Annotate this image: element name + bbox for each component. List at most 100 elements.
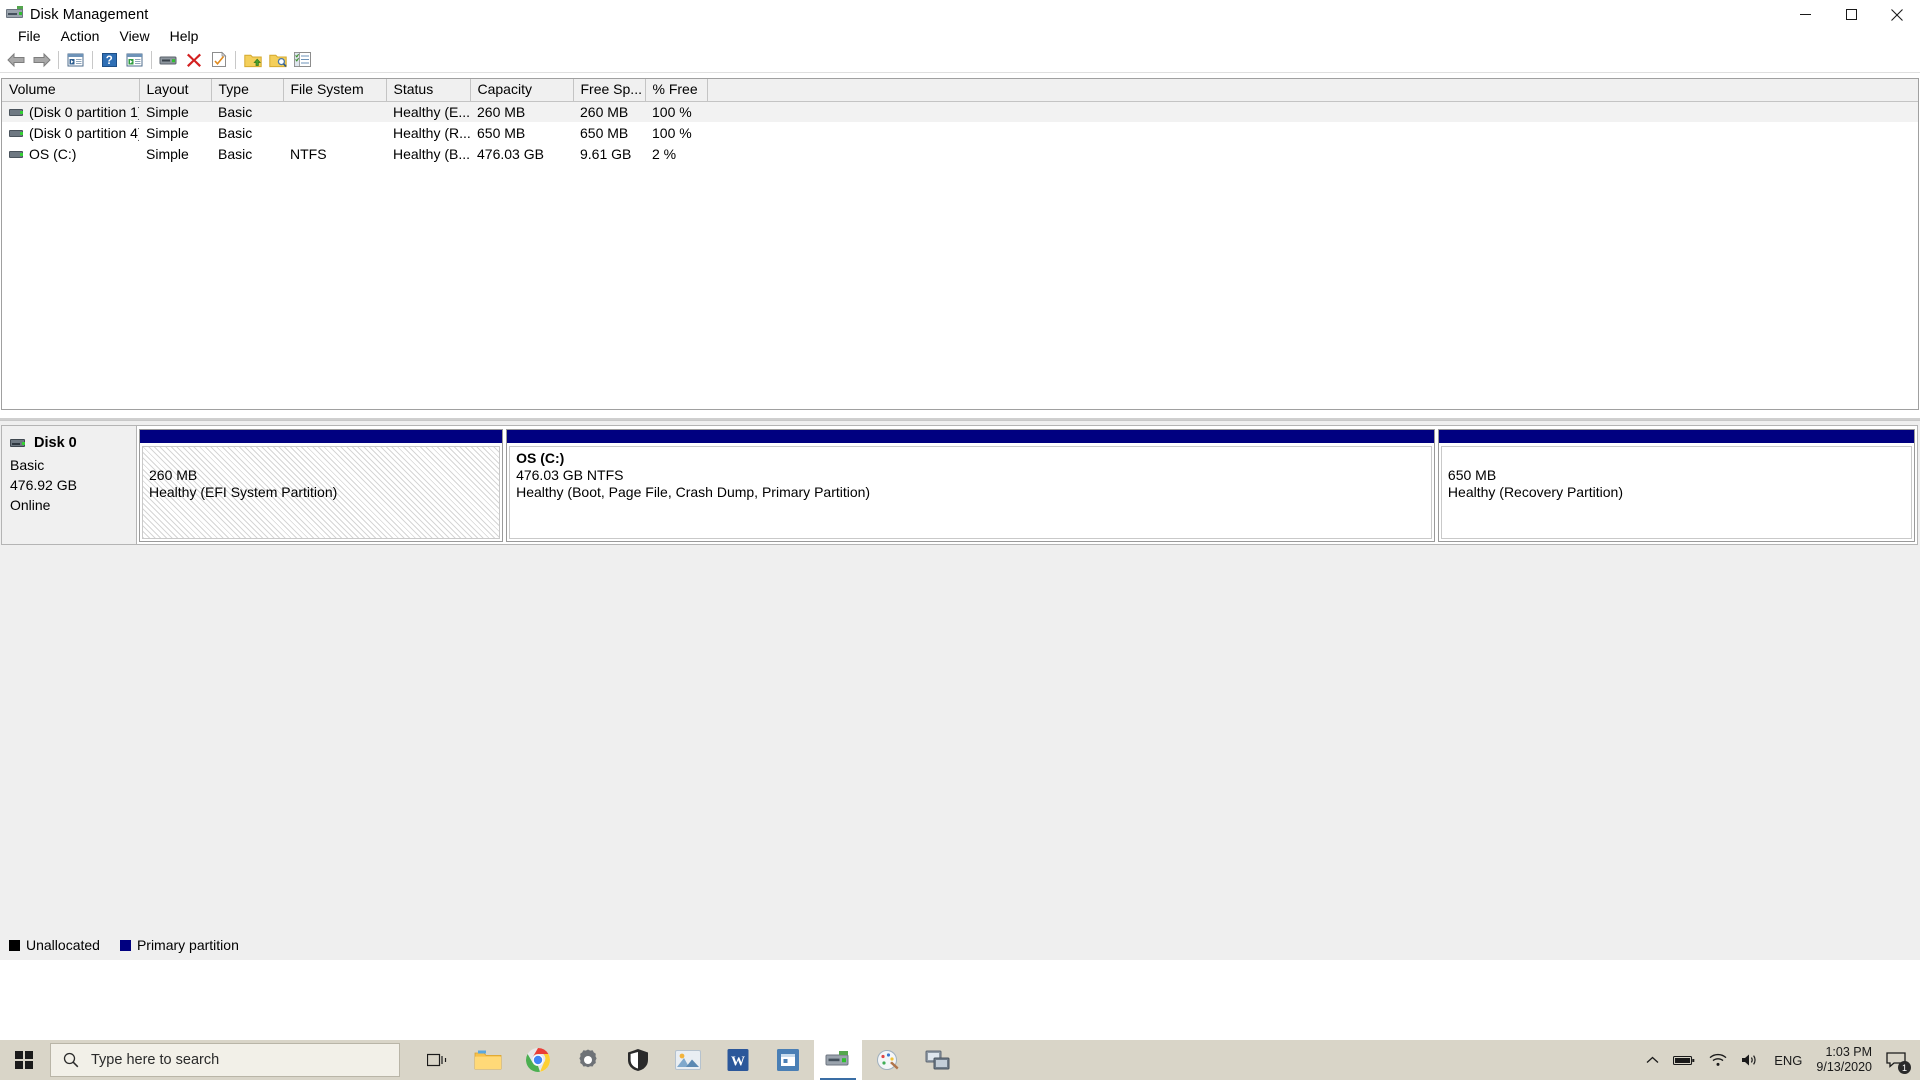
clock-date: 9/13/2020 <box>1816 1060 1872 1074</box>
volume-list-pane: Volume Layout Type File System Status Ca… <box>0 73 1920 420</box>
store-button[interactable] <box>764 1040 812 1080</box>
help-button[interactable]: ? <box>97 48 122 72</box>
partition-efi-system[interactable]: 260 MB Healthy (EFI System Partition) <box>139 429 504 542</box>
cell-status: Healthy (E... <box>386 101 470 122</box>
column-header-layout[interactable]: Layout <box>139 79 212 102</box>
remote-desktop-button[interactable] <box>914 1040 962 1080</box>
google-chrome-button[interactable] <box>514 1040 562 1080</box>
task-view-button[interactable] <box>414 1040 462 1080</box>
cell-type: Basic <box>218 145 253 162</box>
table-row[interactable]: (Disk 0 partition 1) Simple Basic Health… <box>2 101 1918 122</box>
forward-button[interactable] <box>29 48 54 72</box>
partition-body: OS (C:) 476.03 GB NTFS Healthy (Boot, Pa… <box>509 446 1432 539</box>
cell-status: Healthy (B... <box>393 145 470 162</box>
toolbar: ? <box>0 47 1920 73</box>
disk-info-panel[interactable]: Disk 0 Basic 476.92 GB Online <box>1 425 137 545</box>
disk-status-label: Online <box>10 497 51 513</box>
volume-table: Volume Layout Type File System Status Ca… <box>2 79 1918 164</box>
disk-type-label: Basic <box>10 457 45 473</box>
language-indicator[interactable]: ENG <box>1766 1053 1810 1068</box>
cell-capacity: 476.03 GB <box>477 145 544 162</box>
disk-management-window: Disk Management File Action View Help ? … <box>0 0 1920 1080</box>
partition-status: Healthy (Recovery Partition) <box>1447 484 1623 500</box>
volume-drive-icon <box>9 128 25 139</box>
wifi-icon[interactable] <box>1702 1040 1734 1080</box>
partition-os-c[interactable]: OS (C:) 476.03 GB NTFS Healthy (Boot, Pa… <box>506 429 1435 542</box>
notifications-button[interactable]: 1 <box>1882 1040 1916 1080</box>
close-button[interactable] <box>1874 0 1920 29</box>
clock-time: 1:03 PM <box>1825 1045 1872 1059</box>
svg-text:W: W <box>731 1055 745 1070</box>
disk-size-label: 476.92 GB <box>10 477 77 493</box>
column-header-free-space[interactable]: Free Sp... <box>573 79 646 102</box>
search-input[interactable]: Type here to search <box>50 1043 400 1077</box>
cell-filler <box>707 122 1918 143</box>
battery-icon[interactable] <box>1666 1040 1702 1080</box>
cell-file-system <box>283 122 386 143</box>
delete-button[interactable] <box>181 48 206 72</box>
properties-button[interactable] <box>206 48 231 72</box>
notifications-badge: 1 <box>1898 1061 1911 1074</box>
partition-body: 260 MB Healthy (EFI System Partition) <box>142 446 501 539</box>
settings-button[interactable] <box>564 1040 612 1080</box>
partition-capacity-bar <box>140 430 503 444</box>
minimize-button[interactable] <box>1782 0 1828 29</box>
show-hide-console-tree-button[interactable] <box>122 48 147 72</box>
volume-drive-icon <box>9 107 25 118</box>
word-button[interactable]: W <box>714 1040 762 1080</box>
toolbar-separator <box>92 50 93 69</box>
menu-item-action[interactable]: Action <box>51 26 110 47</box>
speaker-icon[interactable] <box>1734 1040 1766 1080</box>
disk-graphical-pane: Disk 0 Basic 476.92 GB Online 260 MB Hea… <box>0 420 1920 960</box>
rescan-disks-button[interactable] <box>156 48 181 72</box>
title-bar: Disk Management <box>0 0 1920 29</box>
cell-volume: (Disk 0 partition 1) <box>2 101 139 122</box>
security-button[interactable] <box>614 1040 662 1080</box>
partition-size: 650 MB <box>1447 467 1497 483</box>
show-action-pane-button[interactable] <box>290 48 315 72</box>
column-header-percent-free[interactable]: % Free <box>645 79 708 102</box>
cell-status: Healthy (R... <box>393 124 470 141</box>
up-one-level-button[interactable] <box>63 48 88 72</box>
partition-title: OS (C:) <box>516 450 565 466</box>
legend-label-unallocated: Unallocated <box>26 937 100 953</box>
table-row[interactable]: (Disk 0 partition 4) Simple Basic Health… <box>2 122 1918 143</box>
column-header-volume[interactable]: Volume <box>2 79 140 102</box>
column-header-status[interactable]: Status <box>386 79 471 102</box>
disk-row-disk0: Disk 0 Basic 476.92 GB Online 260 MB Hea… <box>1 425 1918 545</box>
clock[interactable]: 1:03 PM 9/13/2020 <box>1810 1040 1882 1080</box>
file-explorer-button[interactable] <box>464 1040 512 1080</box>
photos-button[interactable] <box>664 1040 712 1080</box>
cell-free-space: 9.61 GB <box>580 145 632 162</box>
menu-item-file[interactable]: File <box>8 26 51 47</box>
column-header-file-system[interactable]: File System <box>283 79 387 102</box>
maximize-button[interactable] <box>1828 0 1874 29</box>
partition-recovery[interactable]: 650 MB Healthy (Recovery Partition) <box>1437 429 1915 542</box>
menu-item-view[interactable]: View <box>109 26 159 47</box>
cell-type: Basic <box>211 101 283 122</box>
paint-button[interactable] <box>864 1040 912 1080</box>
legend-swatch-unallocated <box>9 939 20 951</box>
search-icon <box>63 1052 79 1068</box>
cell-layout: Simple <box>146 145 189 162</box>
start-button[interactable] <box>0 1040 48 1080</box>
column-header-capacity[interactable]: Capacity <box>470 79 574 102</box>
back-button[interactable] <box>4 48 29 72</box>
column-header-type[interactable]: Type <box>211 79 284 102</box>
disk-management-button[interactable] <box>814 1040 862 1080</box>
partition-body: 650 MB Healthy (Recovery Partition) <box>1440 446 1912 539</box>
volume-list: Volume Layout Type File System Status Ca… <box>1 78 1919 410</box>
menu-item-help[interactable]: Help <box>160 26 209 47</box>
partition-capacity-bar <box>1438 430 1914 444</box>
cell-file-system <box>283 101 386 122</box>
volume-table-body: (Disk 0 partition 1) Simple Basic Health… <box>2 101 1918 164</box>
toolbar-separator <box>58 50 59 69</box>
new-folder-button[interactable] <box>240 48 265 72</box>
show-hidden-icons-button[interactable] <box>1639 1040 1666 1080</box>
partition-size: 476.03 GB NTFS <box>516 467 624 483</box>
window-controls <box>1782 0 1920 29</box>
find-folder-button[interactable] <box>265 48 290 72</box>
system-tray: ENG 1:03 PM 9/13/2020 1 <box>1639 1040 1920 1080</box>
table-row[interactable]: OS (C:) Simple Basic NTFS Healthy (B... … <box>2 143 1918 164</box>
window-title: Disk Management <box>30 6 149 23</box>
